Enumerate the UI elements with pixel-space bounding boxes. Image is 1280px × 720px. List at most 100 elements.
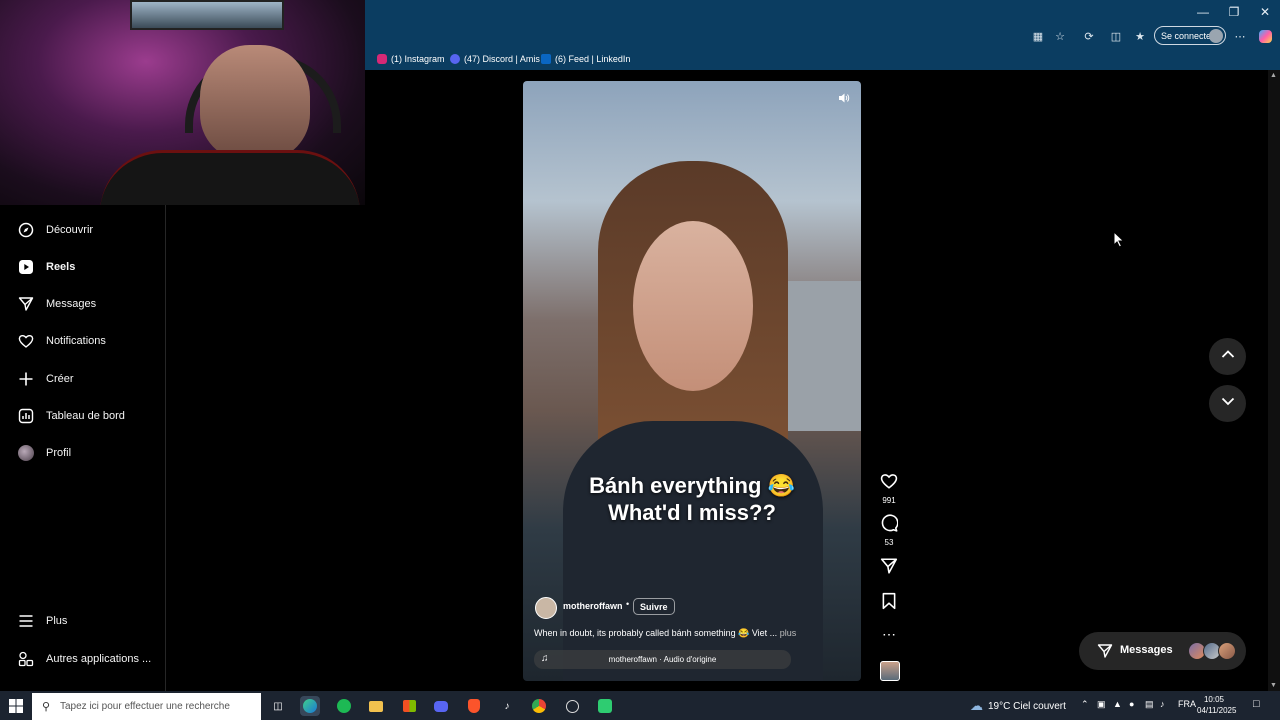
save-button[interactable]: [877, 592, 901, 615]
linkedin-icon: [541, 54, 551, 64]
close-icon[interactable]: ✕: [1250, 0, 1280, 24]
system-clock[interactable]: 10:05 04/11/2025: [1197, 694, 1236, 716]
chevron-up-icon: [1220, 346, 1236, 367]
page-scrollbar[interactable]: ▲ ▼: [1268, 70, 1280, 691]
sidebar-item-reels[interactable]: Reels: [17, 255, 75, 279]
spotify-icon[interactable]: [334, 696, 354, 716]
search-placeholder: Tapez ici pour effectuer une recherche: [60, 701, 230, 712]
more-options-icon[interactable]: ⋯: [1231, 28, 1249, 44]
reel-description-text: When in doubt, its probably called bánh …: [534, 628, 778, 638]
app-install-icon[interactable]: ▦: [1029, 28, 1047, 44]
previous-reel-button[interactable]: [1209, 338, 1246, 375]
bookmark-instagram[interactable]: (1) Instagram: [377, 52, 445, 66]
sidebar-item-notifications[interactable]: Notifications: [17, 329, 106, 353]
audio-label: motheroffawn · Audio d'origine: [608, 655, 717, 664]
share-button[interactable]: [877, 557, 901, 580]
favorite-star-icon[interactable]: ☆: [1051, 28, 1069, 44]
chrome-icon[interactable]: [529, 696, 549, 716]
cloud-sun-icon: ☁: [970, 698, 983, 713]
video-background-house: [788, 281, 861, 431]
weather-text: 19°C Ciel couvert: [988, 700, 1066, 712]
webcam-overlay: [0, 0, 365, 205]
network-icon[interactable]: ▲: [1113, 699, 1122, 709]
sidebar-item-dashboard[interactable]: Tableau de bord: [17, 404, 125, 428]
comment-button[interactable]: 53: [877, 514, 901, 547]
bookmark-label: (6) Feed | LinkedIn: [555, 54, 631, 64]
sidebar-item-messages[interactable]: Messages: [17, 292, 96, 316]
extensions-icon[interactable]: ⟳: [1080, 28, 1098, 44]
tiktok-icon[interactable]: ♪: [497, 696, 517, 716]
sidebar-item-label: Découvrir: [46, 224, 94, 236]
more-actions-button[interactable]: ⋯: [877, 626, 901, 642]
edge-browser-icon[interactable]: [300, 696, 320, 716]
audio-track[interactable]: ♫ motheroffawn · Audio d'origine: [534, 650, 791, 669]
show-hidden-icons[interactable]: ⌃: [1081, 699, 1089, 710]
music-note-icon: ♫: [541, 653, 549, 664]
taskbar-search-box[interactable]: ⚲ Tapez ici pour effectuer une recherche: [32, 693, 261, 720]
sidebar-item-label: Plus: [46, 615, 68, 627]
volume-icon[interactable]: ♪: [1160, 699, 1165, 709]
sidebar-item-other-apps[interactable]: Autres applications ...: [17, 647, 151, 671]
next-reel-button[interactable]: [1209, 385, 1246, 422]
game-app-icon[interactable]: [595, 696, 615, 716]
bookmark-linkedin[interactable]: (6) Feed | LinkedIn: [541, 52, 630, 66]
sidebar-item-profile[interactable]: Profil: [17, 441, 71, 465]
tray-app-icon[interactable]: ▣: [1097, 699, 1106, 710]
task-view-icon[interactable]: ◫: [268, 696, 288, 716]
reels-icon: [17, 259, 34, 276]
bookmark-icon: [880, 592, 898, 615]
file-explorer-icon[interactable]: [366, 696, 386, 716]
more-dots-icon: ⋯: [882, 626, 896, 642]
message-contact-avatar[interactable]: [1218, 642, 1236, 660]
brave-browser-icon[interactable]: [464, 696, 484, 716]
sidebar-item-explore[interactable]: Découvrir: [17, 218, 93, 242]
wifi-icon[interactable]: ▤: [1145, 699, 1154, 710]
reel-video[interactable]: Bánh everything 😂 What'd I miss?? mother…: [523, 81, 861, 681]
audio-thumbnail[interactable]: [880, 661, 900, 681]
discord-icon: [450, 54, 460, 64]
split-screen-icon[interactable]: ◫: [1107, 28, 1125, 44]
comment-count: 53: [884, 538, 894, 547]
obs-studio-icon[interactable]: [562, 696, 582, 716]
sidebar-item-more[interactable]: Plus: [17, 609, 67, 633]
microphone-icon[interactable]: ●: [1129, 699, 1134, 709]
sidebar-item-label: Notifications: [46, 335, 106, 347]
bookmark-discord[interactable]: (47) Discord | Amis: [450, 52, 540, 66]
clock-time: 10:05: [1203, 695, 1225, 704]
webcam-face: [200, 45, 310, 160]
weather-widget[interactable]: ☁ 19°C Ciel couvert: [970, 697, 1066, 715]
search-icon: ⚲: [41, 701, 51, 713]
sign-in-label: Se connecter: [1161, 30, 1215, 41]
sidebar-item-create[interactable]: Créer: [17, 367, 74, 391]
like-button[interactable]: 991: [877, 472, 901, 505]
favorites-icon[interactable]: ★: [1131, 28, 1149, 44]
send-icon: [1097, 643, 1113, 664]
windows-start-icon[interactable]: [6, 696, 26, 716]
sidebar-item-label: Autres applications ...: [46, 653, 152, 665]
heart-icon: [17, 333, 34, 350]
input-language[interactable]: FRA: [1178, 699, 1196, 709]
video-subject-face: [633, 221, 753, 391]
sidebar-item-label: Messages: [46, 298, 97, 310]
sign-in-button[interactable]: Se connecter: [1154, 26, 1226, 45]
follow-button[interactable]: Suivre: [633, 598, 675, 615]
author-username[interactable]: motheroffawn: [563, 601, 623, 611]
restore-icon[interactable]: ❐: [1219, 0, 1249, 24]
see-more-link[interactable]: plus: [780, 628, 797, 638]
copilot-icon[interactable]: [1256, 28, 1274, 44]
reel-description[interactable]: When in doubt, its probably called bánh …: [534, 628, 796, 639]
discord-app-icon[interactable]: [431, 696, 451, 716]
mouse-cursor-icon: [1113, 230, 1125, 253]
notification-center-icon[interactable]: □: [1253, 698, 1260, 710]
apps-icon: [17, 651, 34, 668]
scroll-down-icon[interactable]: ▼: [1270, 682, 1277, 689]
scroll-up-icon[interactable]: ▲: [1270, 72, 1277, 79]
messages-pill-label: Messages: [1120, 644, 1173, 656]
compass-icon: [17, 222, 34, 239]
author-avatar[interactable]: [535, 597, 557, 619]
bookmark-label: (47) Discord | Amis: [464, 54, 540, 64]
microsoft-store-icon[interactable]: [399, 696, 419, 716]
video-subject-body: [563, 421, 823, 681]
sound-on-icon[interactable]: [835, 89, 853, 107]
minimize-icon[interactable]: —: [1188, 0, 1218, 24]
